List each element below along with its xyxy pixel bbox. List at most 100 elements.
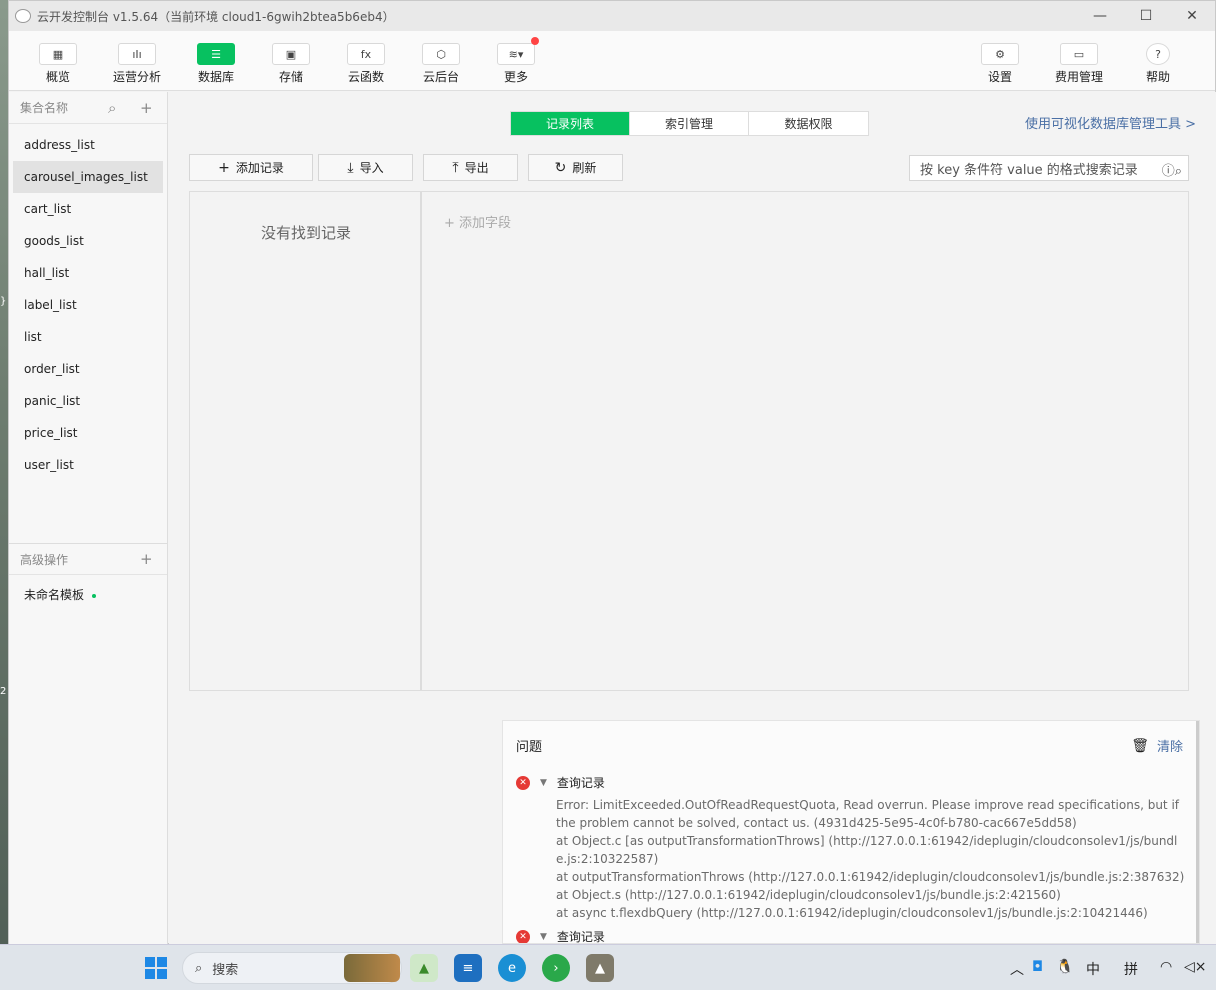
toolbar-label: 云后台 [422,70,459,84]
template-list: 未命名模板 [9,579,167,611]
error-icon: ✕ [516,775,530,790]
stack-line: at Object.c [as outputTransformationThro… [556,834,1178,866]
clear-label: 清除 [1156,740,1183,755]
template-label: 未命名模板 [24,588,85,602]
add-record-button[interactable]: + 添加记录 [189,154,313,181]
desktop-edge-text: } [0,296,7,307]
toolbar-label: 概览 [45,70,70,84]
toolbar-analytics[interactable]: ıIı 运营分析 [107,43,167,85]
records-area: 没有找到记录 + 添加字段 [189,191,1189,691]
error-line: Error: LimitExceeded.OutOfReadRequestQuo… [556,798,1180,830]
problem-detail: Error: LimitExceeded.OutOfReadRequestQuo… [556,796,1186,922]
toolbar-cloud-backend[interactable]: ⬡ 云后台 [411,43,471,85]
refresh-icon: ↻ [554,159,567,176]
save-icon: ▣ [272,43,310,65]
problem-entry[interactable]: ✕ ▼ 查询记录 [516,928,605,944]
collection-item[interactable]: goods_list [9,225,167,257]
import-button[interactable]: ⤓ 导入 [318,154,413,181]
ime-mode-indicator[interactable]: 拼 [1124,959,1138,979]
collection-header-label: 集合名称 [20,101,69,115]
tray-app-icon[interactable]: ◘ [1032,959,1043,975]
export-button[interactable]: ⤒ 导出 [423,154,518,181]
layers-icon: ≋▾ [497,37,539,65]
toolbar-label: 更多 [503,70,528,84]
advanced-header: 高级操作 + [9,543,167,575]
collection-item[interactable]: price_list [9,417,167,449]
collection-item[interactable]: list [9,321,167,353]
scrollbar[interactable] [1196,721,1199,943]
add-record-label: 添加记录 [235,161,284,175]
search-icon[interactable]: ⌕ [108,99,116,117]
plus-icon: + [218,159,230,176]
add-collection-icon[interactable]: + [140,99,153,117]
maximize-button[interactable]: ☐ [1123,1,1169,31]
close-button[interactable]: ✕ [1169,1,1215,31]
windows-start-button[interactable] [145,957,167,979]
ime-language-indicator[interactable]: 中 [1086,959,1100,979]
trash-icon: 🗑 [1131,737,1149,754]
volume-icon[interactable]: ◁× [1184,959,1207,975]
collection-item-selected[interactable]: carousel_images_list [13,161,163,193]
add-template-icon[interactable]: + [140,550,153,568]
visual-db-tool-link[interactable]: 使用可视化数据库管理工具 > [1025,113,1196,132]
refresh-button[interactable]: ↻ 刷新 [528,154,623,181]
tab-index-management[interactable]: 索引管理 [630,112,749,135]
import-label: 导入 [359,161,384,175]
collection-item[interactable]: label_list [9,289,167,321]
qq-icon[interactable]: 🐧 [1056,959,1073,975]
caret-down-icon[interactable]: ▼ [540,778,547,788]
edge-browser-icon[interactable]: e [498,954,526,982]
toolbar-billing[interactable]: ▭ 费用管理 [1049,43,1109,85]
notepad-icon[interactable]: ≡ [454,954,482,982]
toolbar-label: 云函数 [347,70,384,84]
chevron-up-icon[interactable]: ︿ [1010,959,1024,979]
toolbar-help[interactable]: ? 帮助 [1128,43,1188,85]
window-title: 云开发控制台 v1.5.64（当前环境 cloud1-6gwih2btea5b6… [37,9,395,24]
tab-data-permissions[interactable]: 数据权限 [749,112,868,135]
minimize-button[interactable]: — [1077,1,1123,31]
plus-icon: + [444,216,460,231]
windows-taskbar: ⌕ 搜索 ▲ ≡ e › ▲ ︿ ◘ 🐧 中 拼 ◠ ◁× [0,944,1216,990]
export-label: 导出 [464,161,489,175]
toolbar-settings[interactable]: ⚙ 设置 [970,43,1030,85]
no-records-text: 没有找到记录 [260,224,351,242]
android-studio-icon[interactable]: ▲ [410,954,438,982]
wechat-devtools-icon [15,9,31,23]
collection-item[interactable]: address_list [9,129,167,161]
add-field-button[interactable]: + 添加字段 [444,212,511,231]
toolbar-storage[interactable]: ▣ 存储 [261,43,321,85]
toolbar-overview[interactable]: ▦ 概览 [28,43,88,85]
search-help-icons[interactable]: ⓘ⌕ [1162,160,1182,179]
bar-chart-icon: ıIı [118,43,156,65]
error-icon: ✕ [516,929,530,943]
problem-entry[interactable]: ✕ ▼ 查询记录 [516,774,605,791]
record-search-input[interactable]: 按 key 条件符 value 的格式搜索记录 ⓘ⌕ [909,155,1189,181]
start-tile [145,969,155,979]
download-icon: ⤓ [347,159,354,176]
database-icon: ☰ [197,43,235,65]
tab-record-list[interactable]: 记录列表 [511,112,630,135]
collection-item[interactable]: hall_list [9,257,167,289]
clear-problems-button[interactable]: 🗑 清除 [1131,736,1183,756]
toolbar-label: 运营分析 [112,70,161,84]
problems-title: 问题 [516,740,543,755]
toolbar-more[interactable]: ≋▾ 更多 [486,37,546,85]
search-placeholder: 按 key 条件符 value 的格式搜索记录 [920,162,1138,178]
add-field-label: 添加字段 [459,216,512,231]
toolbar-cloud-functions[interactable]: fx 云函数 [336,43,396,85]
collection-item[interactable]: cart_list [9,193,167,225]
toolbar-label: 存储 [278,70,303,84]
collection-list-header: 集合名称 ⌕ + [9,92,167,124]
collection-item[interactable]: panic_list [9,385,167,417]
devtools-cloud-console-window: 云开发控制台 v1.5.64（当前环境 cloud1-6gwih2btea5b6… [8,0,1216,944]
collection-item[interactable]: order_list [9,353,167,385]
template-item[interactable]: 未命名模板 [9,579,167,611]
photo-app-icon[interactable]: ▲ [586,954,614,982]
wifi-icon[interactable]: ◠ [1160,959,1172,975]
problem-entry-label: 查询记录 [556,930,605,944]
desktop-edge-text: 2 [0,686,7,697]
toolbar-database[interactable]: ☰ 数据库 [186,43,246,85]
wechat-devtools-icon[interactable]: › [542,954,570,982]
collection-item[interactable]: user_list [9,449,167,481]
caret-down-icon[interactable]: ▼ [540,932,547,942]
